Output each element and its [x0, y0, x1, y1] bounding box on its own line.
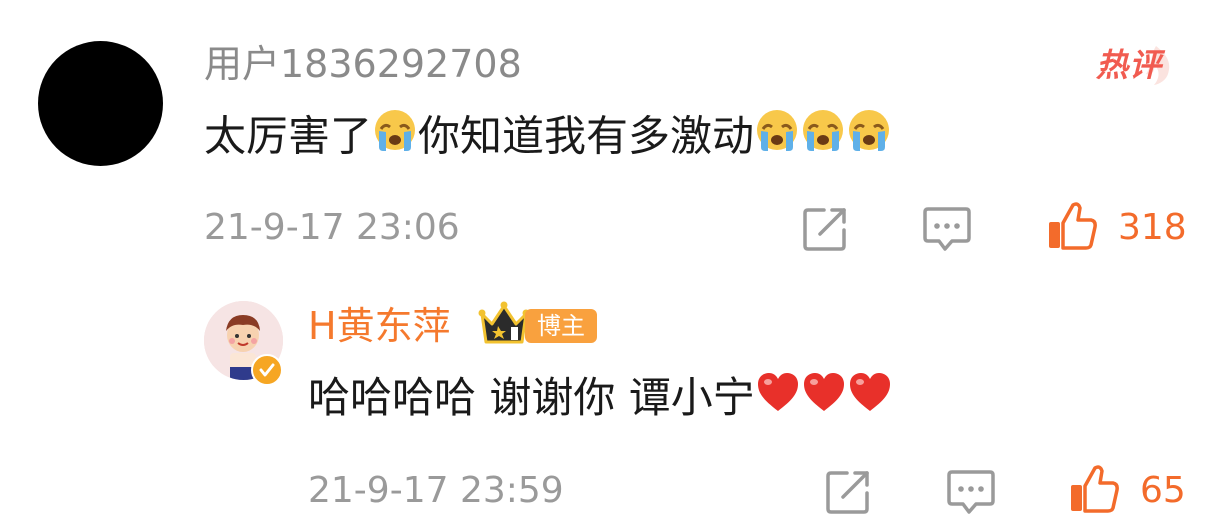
comment-text-part2: 你知道我有多激动 [418, 111, 755, 161]
hot-comment-label: 热评 [1096, 46, 1163, 84]
verified-icon [251, 354, 283, 386]
red-heart-emoji [755, 370, 801, 426]
timestamp: 21-9-17 23:06 [204, 207, 460, 248]
author-badge: 博主 [525, 309, 597, 343]
red-heart-emoji [847, 370, 893, 426]
share-edit-icon [826, 471, 869, 514]
like-count: 318 [1118, 207, 1187, 248]
username[interactable]: 用户1836292708 [204, 40, 522, 88]
share-edit-icon [803, 208, 846, 251]
crying-emoji [754, 107, 800, 165]
reply-share-button[interactable] [825, 469, 871, 515]
reply-timestamp: 21-9-17 23:59 [308, 470, 564, 511]
share-button[interactable] [802, 206, 848, 252]
like-button[interactable] [1046, 200, 1098, 252]
reply-comment-button[interactable] [946, 469, 996, 515]
avatar[interactable] [38, 41, 163, 166]
reply-like-count: 65 [1140, 470, 1186, 511]
reply-like-button[interactable] [1068, 463, 1120, 515]
crying-emoji [372, 107, 418, 165]
red-heart-emoji [801, 370, 847, 426]
comment-text: 太厉害了 你知道我有多激动 [204, 110, 892, 168]
crying-emoji [846, 107, 892, 165]
comment-icon [947, 470, 995, 514]
comment-button[interactable] [922, 206, 972, 252]
crying-emoji [800, 107, 846, 165]
like-thumb-icon [1071, 465, 1119, 513]
comment-text-part1: 太厉害了 [204, 111, 373, 161]
like-thumb-icon [1049, 202, 1097, 250]
reply-text-content: 哈哈哈哈 谢谢你 谭小宁 [308, 373, 755, 422]
comment-icon [923, 207, 971, 251]
reply-text: 哈哈哈哈 谢谢你 谭小宁 [308, 372, 893, 429]
reply-username[interactable]: H黄东萍 [308, 302, 451, 350]
crown-icon [478, 300, 530, 348]
